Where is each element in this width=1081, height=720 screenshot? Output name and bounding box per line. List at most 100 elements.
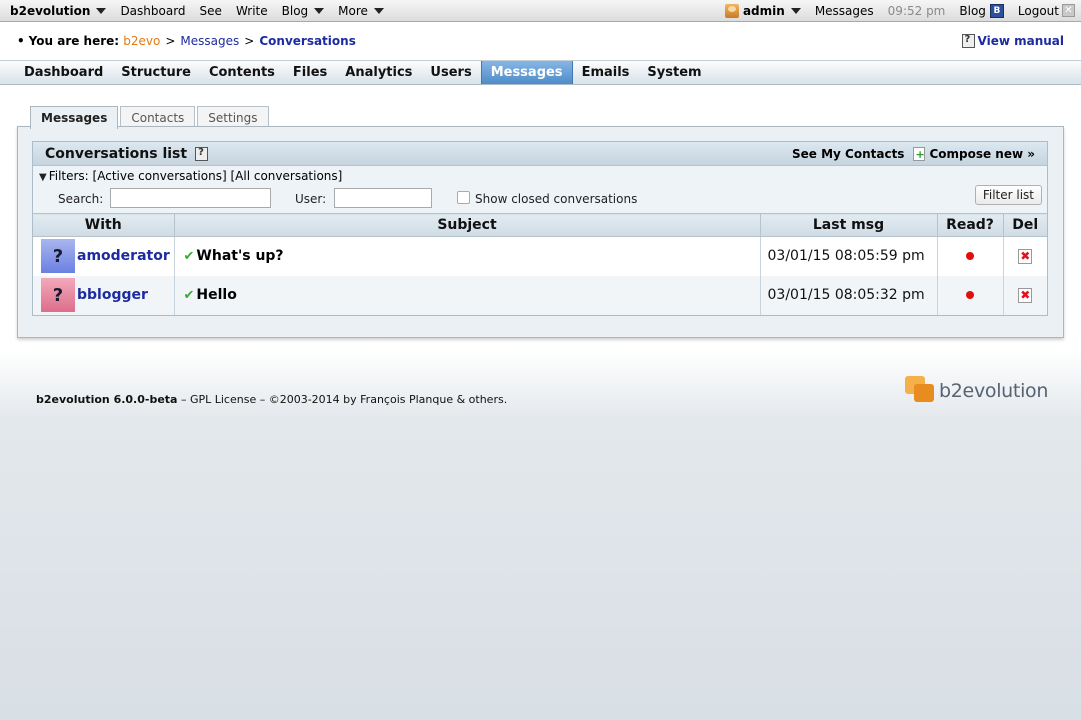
evobar-brand-menu[interactable]: b2evolution bbox=[10, 4, 113, 18]
chevron-down-icon bbox=[96, 7, 107, 14]
unread-dot-icon bbox=[966, 291, 974, 299]
footer-product[interactable]: b2evolution 6.0.0-beta bbox=[36, 393, 177, 406]
all-conversations-link[interactable]: [All conversations] bbox=[230, 169, 342, 183]
menu-system[interactable]: System bbox=[638, 61, 710, 84]
evobar-write-link[interactable]: Write bbox=[229, 4, 275, 18]
evobar-blog-menu[interactable]: Blog bbox=[275, 4, 332, 18]
conversations-box: Conversations list See My Contacts Compo… bbox=[32, 141, 1048, 316]
evobar-blog-menu-label: Blog bbox=[281, 3, 309, 18]
breadcrumb-conversations-link[interactable]: Conversations bbox=[259, 34, 356, 48]
evobar-logout-link[interactable]: Logout ✕ bbox=[1011, 4, 1075, 18]
column-header-del: Del bbox=[1002, 213, 1047, 237]
evobar-blog-link[interactable]: Blog B bbox=[952, 3, 1011, 18]
evobar-see-link[interactable]: See bbox=[193, 4, 229, 18]
breadcrumb-bullet: • bbox=[17, 34, 25, 48]
menu-dashboard[interactable]: Dashboard bbox=[15, 61, 112, 84]
help-icon bbox=[961, 34, 975, 48]
breadcrumb: • You are here: b2evo > Messages > Conve… bbox=[0, 23, 1081, 59]
search-input[interactable] bbox=[110, 188, 271, 208]
breadcrumb-b2evo-link[interactable]: b2evo bbox=[123, 34, 160, 48]
evobar-brand-label: b2evolution bbox=[10, 3, 91, 18]
footer-text: b2evolution 6.0.0-beta – GPL License – ©… bbox=[36, 393, 507, 406]
evobar-username: admin bbox=[742, 3, 785, 18]
chevron-down-icon bbox=[790, 7, 801, 14]
avatar[interactable]: ? bbox=[41, 278, 75, 312]
with-cell-content: ? amoderator bbox=[34, 239, 173, 274]
menu-users[interactable]: Users bbox=[421, 61, 480, 84]
filter-list-button[interactable]: Filter list bbox=[974, 185, 1042, 205]
with-cell: ? bblogger bbox=[33, 275, 175, 315]
read-cell bbox=[936, 236, 1004, 276]
b2evolution-logo[interactable]: b2evolution bbox=[905, 376, 1048, 406]
show-closed-label[interactable]: Show closed conversations bbox=[475, 192, 637, 206]
menu-analytics[interactable]: Analytics bbox=[336, 61, 421, 84]
evobar-messages-link[interactable]: Messages bbox=[808, 4, 881, 18]
menu-messages[interactable]: Messages bbox=[480, 61, 573, 84]
see-my-contacts-link[interactable]: See My Contacts bbox=[792, 147, 904, 161]
menu-structure[interactable]: Structure bbox=[112, 61, 200, 84]
conversations-table: With Subject Last msg Read? Del ? amoder… bbox=[33, 213, 1047, 315]
logout-icon: ✕ bbox=[1062, 4, 1075, 17]
compose-icon[interactable] bbox=[913, 146, 926, 161]
table-header-row: With Subject Last msg Read? Del bbox=[33, 213, 1047, 237]
column-header-last-msg[interactable]: Last msg bbox=[759, 213, 938, 237]
menu-contents[interactable]: Contents bbox=[200, 61, 284, 84]
triangle-down-icon[interactable]: ▼ bbox=[39, 172, 47, 183]
evobar: b2evolution Dashboard See Write Blog Mor… bbox=[0, 0, 1081, 22]
help-icon[interactable] bbox=[195, 146, 209, 161]
subject-cell: ✔ What's up? bbox=[173, 236, 761, 276]
tab-settings[interactable]: Settings bbox=[197, 106, 269, 128]
user-label: User: bbox=[295, 192, 327, 206]
evobar-more-menu[interactable]: More bbox=[331, 4, 391, 18]
user-input[interactable] bbox=[334, 188, 432, 208]
column-header-subject[interactable]: Subject bbox=[173, 213, 761, 237]
column-header-with[interactable]: With bbox=[33, 213, 175, 237]
view-manual-label: View manual bbox=[977, 34, 1065, 48]
active-conversations-link[interactable]: [Active conversations] bbox=[93, 169, 227, 183]
tab-messages[interactable]: Messages bbox=[30, 106, 119, 129]
evobar-left: b2evolution Dashboard See Write Blog Mor… bbox=[0, 0, 391, 22]
tab-contacts[interactable]: Contacts bbox=[120, 106, 196, 128]
with-cell-content: ? bblogger bbox=[34, 278, 173, 312]
footer-license: – GPL License – ©2003-2014 by François P… bbox=[180, 393, 508, 406]
subject-cell-content: ✔ Hello bbox=[176, 287, 759, 303]
evobar-right: admin Messages 09:52 pm Blog B Logout ✕ bbox=[718, 0, 1081, 22]
subject-link[interactable]: What's up? bbox=[196, 248, 283, 264]
user-link[interactable]: bblogger bbox=[77, 287, 148, 303]
logo-icon bbox=[905, 376, 935, 406]
delete-icon[interactable] bbox=[1018, 287, 1033, 303]
show-closed-checkbox[interactable] bbox=[457, 191, 470, 204]
sub-tabs: Messages Contacts Settings bbox=[30, 106, 271, 129]
breadcrumb-separator: > bbox=[165, 34, 176, 48]
filters-toggle-link[interactable]: Filters: bbox=[49, 169, 89, 183]
menu-emails[interactable]: Emails bbox=[573, 61, 639, 84]
compose-new-link[interactable]: Compose new » bbox=[929, 147, 1035, 161]
table-row: ? amoderator ✔ What's up? 03/01/15 08:05:… bbox=[33, 236, 1047, 276]
user-link[interactable]: amoderator bbox=[77, 248, 170, 264]
with-cell: ? amoderator bbox=[33, 236, 175, 276]
view-manual-link[interactable]: View manual bbox=[961, 34, 1065, 48]
subject-link[interactable]: Hello bbox=[196, 287, 236, 303]
breadcrumb-separator: > bbox=[244, 34, 255, 48]
user-avatar-icon bbox=[724, 3, 739, 18]
delete-icon[interactable] bbox=[1018, 248, 1033, 264]
filters-area: ▼ Filters: [Active conversations] [All co… bbox=[33, 166, 1047, 213]
breadcrumb-messages-link[interactable]: Messages bbox=[180, 34, 239, 48]
evobar-more-menu-label: More bbox=[338, 3, 368, 18]
avatar[interactable]: ? bbox=[41, 239, 75, 274]
chevron-down-icon bbox=[373, 7, 384, 14]
evobar-dashboard-link[interactable]: Dashboard bbox=[113, 4, 192, 18]
conversations-title: Conversations list bbox=[45, 146, 211, 162]
conversations-title-text: Conversations list bbox=[45, 145, 188, 162]
column-header-read: Read? bbox=[936, 213, 1004, 237]
checkmark-icon: ✔ bbox=[183, 287, 195, 303]
del-cell bbox=[1002, 275, 1047, 315]
evobar-time: 09:52 pm bbox=[887, 3, 946, 18]
read-cell bbox=[936, 275, 1004, 315]
search-label: Search: bbox=[58, 192, 104, 206]
unread-dot-icon bbox=[966, 252, 974, 261]
filters-line: ▼ Filters: [Active conversations] [All co… bbox=[39, 169, 342, 183]
main-menu: Dashboard Structure Contents Files Analy… bbox=[0, 60, 1081, 85]
menu-files[interactable]: Files bbox=[284, 61, 336, 84]
evobar-user-menu[interactable]: admin bbox=[718, 3, 808, 18]
